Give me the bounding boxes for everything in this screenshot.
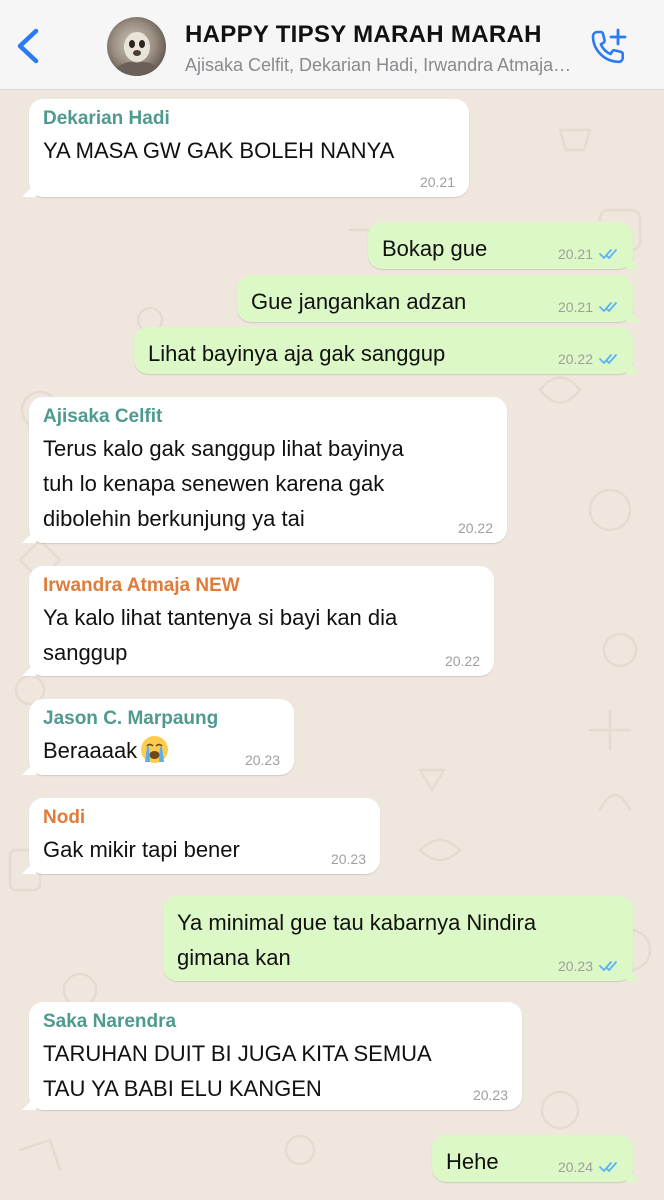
chevron-left-icon (17, 28, 39, 64)
back-button[interactable] (10, 26, 46, 66)
message-sender[interactable]: Jason C. Marpaung (43, 708, 218, 730)
incoming-message-bubble[interactable]: Nodi Gak mikir tapi bener 20.23 (22, 798, 380, 874)
message-timestamp: 20.22 (457, 520, 493, 536)
message-timestamp: 20.21 (557, 299, 593, 315)
incoming-message-bubble[interactable]: Irwandra Atmaja NEW Ya kalo lihat tanteny… (22, 566, 494, 676)
message-text: Bokap gue (382, 231, 487, 266)
bubble-tail (626, 255, 640, 269)
message-line: gimana kan (177, 945, 291, 970)
incoming-message-bubble[interactable]: Dekarian Hadi YA MASA GW GAK BOLEH NANYA 2… (22, 99, 469, 197)
chat-header: HAPPY TIPSY MARAH MARAH Ajisaka Celfit, … (0, 0, 664, 90)
bubble-tail (22, 860, 36, 874)
read-receipt-double-tick-icon (599, 1162, 617, 1172)
message-timestamp: 20.23 (244, 752, 280, 768)
message-text: Hehe (446, 1144, 499, 1179)
message-sender[interactable]: Saka Narendra (43, 1011, 176, 1033)
group-avatar[interactable] (107, 17, 166, 76)
message-line: Gue jangankan adzan (251, 289, 467, 314)
read-receipt-double-tick-icon (599, 354, 617, 364)
message-line: Terus kalo gak sanggup lihat bayinya (43, 436, 404, 461)
message-line: Ya kalo lihat tantenya si bayi kan dia (43, 605, 398, 630)
message-sender[interactable]: Dekarian Hadi (43, 108, 170, 130)
bubble-tail (22, 761, 36, 775)
message-timestamp: 20.23 (557, 958, 593, 974)
group-members[interactable]: Ajisaka Celfit, Dekarian Hadi, Irwandra … (185, 55, 575, 76)
message-timestamp: 20.23 (330, 851, 366, 867)
bubble-tail (626, 967, 640, 981)
outgoing-message-bubble[interactable]: Hehe 20.24 (432, 1135, 640, 1182)
avatar-image (115, 32, 159, 76)
message-timestamp: 20.22 (444, 653, 480, 669)
incoming-message-bubble[interactable]: Ajisaka Celfit Terus kalo gak sanggup lih… (22, 397, 507, 543)
message-timestamp: 20.23 (472, 1087, 508, 1103)
message-timestamp: 20.21 (419, 174, 455, 190)
bubble-tail (626, 308, 640, 322)
bubble-tail (626, 1168, 640, 1182)
message-list[interactable]: Dekarian Hadi YA MASA GW GAK BOLEH NANYA 2… (0, 90, 664, 1200)
read-receipt-double-tick-icon (599, 961, 617, 971)
message-line: sanggup (43, 640, 128, 665)
add-call-button[interactable] (584, 26, 632, 70)
read-receipt-double-tick-icon (599, 249, 617, 259)
message-line: TAU YA BABI ELU KANGEN (43, 1076, 322, 1101)
group-title[interactable]: HAPPY TIPSY MARAH MARAH (185, 21, 580, 49)
message-timestamp: 20.22 (557, 351, 593, 367)
message-text: YA MASA GW GAK BOLEH NANYA (43, 133, 394, 168)
incoming-message-bubble[interactable]: Jason C. Marpaung Beraaaak 20.23 (22, 699, 294, 775)
message-line: dibolehin berkunjung ya tai (43, 506, 305, 531)
message-text: Terus kalo gak sanggup lihat bayinya tuh … (43, 431, 404, 536)
message-line: Hehe (446, 1149, 499, 1174)
bubble-tail (22, 183, 36, 197)
message-line: TARUHAN DUIT BI JUGA KITA SEMUA (43, 1041, 432, 1066)
message-sender[interactable]: Irwandra Atmaja NEW (43, 575, 240, 597)
message-line: Ya minimal gue tau kabarnya Nindira (177, 910, 537, 935)
message-line: YA MASA GW GAK BOLEH NANYA (43, 138, 395, 163)
message-text: Ya minimal gue tau kabarnya Nindira giman… (177, 905, 536, 975)
message-line: Beraaaak (43, 733, 169, 768)
outgoing-message-bubble[interactable]: Gue jangankan adzan 20.21 (237, 275, 640, 322)
bubble-tail (22, 662, 36, 676)
message-text: Lihat bayinya aja gak sanggup (148, 336, 445, 371)
message-text: Gue jangankan adzan (251, 284, 466, 319)
message-text: Gak mikir tapi bener (43, 832, 240, 867)
outgoing-message-bubble[interactable]: Ya minimal gue tau kabarnya Nindira giman… (163, 896, 640, 981)
outgoing-message-bubble[interactable]: Lihat bayinya aja gak sanggup 20.22 (134, 327, 640, 374)
message-text: Beraaaak (43, 733, 169, 768)
message-sender[interactable]: Nodi (43, 807, 85, 829)
message-line: tuh lo kenapa senewen karena gak (43, 471, 385, 496)
message-line: Lihat bayinya aja gak sanggup (148, 341, 446, 366)
message-sender[interactable]: Ajisaka Celfit (43, 406, 162, 428)
message-timestamp: 20.21 (557, 246, 593, 262)
read-receipt-double-tick-icon (599, 302, 617, 312)
message-line: Gak mikir tapi bener (43, 837, 240, 862)
loudly-crying-face-emoji (141, 736, 169, 763)
message-line: Bokap gue (382, 236, 488, 261)
incoming-message-bubble[interactable]: Saka Narendra TARUHAN DUIT BI JUGA KITA S… (22, 1002, 522, 1110)
bubble-tail (22, 1096, 36, 1110)
outgoing-message-bubble[interactable]: Bokap gue 20.21 (368, 222, 640, 269)
bubble-tail (22, 529, 36, 543)
add-call-icon (591, 28, 627, 64)
bubble-tail (626, 360, 640, 374)
message-timestamp: 20.24 (557, 1159, 593, 1175)
message-text: TARUHAN DUIT BI JUGA KITA SEMUA TAU YA BA… (43, 1036, 432, 1106)
message-text: Ya kalo lihat tantenya si bayi kan dia sa… (43, 600, 397, 670)
